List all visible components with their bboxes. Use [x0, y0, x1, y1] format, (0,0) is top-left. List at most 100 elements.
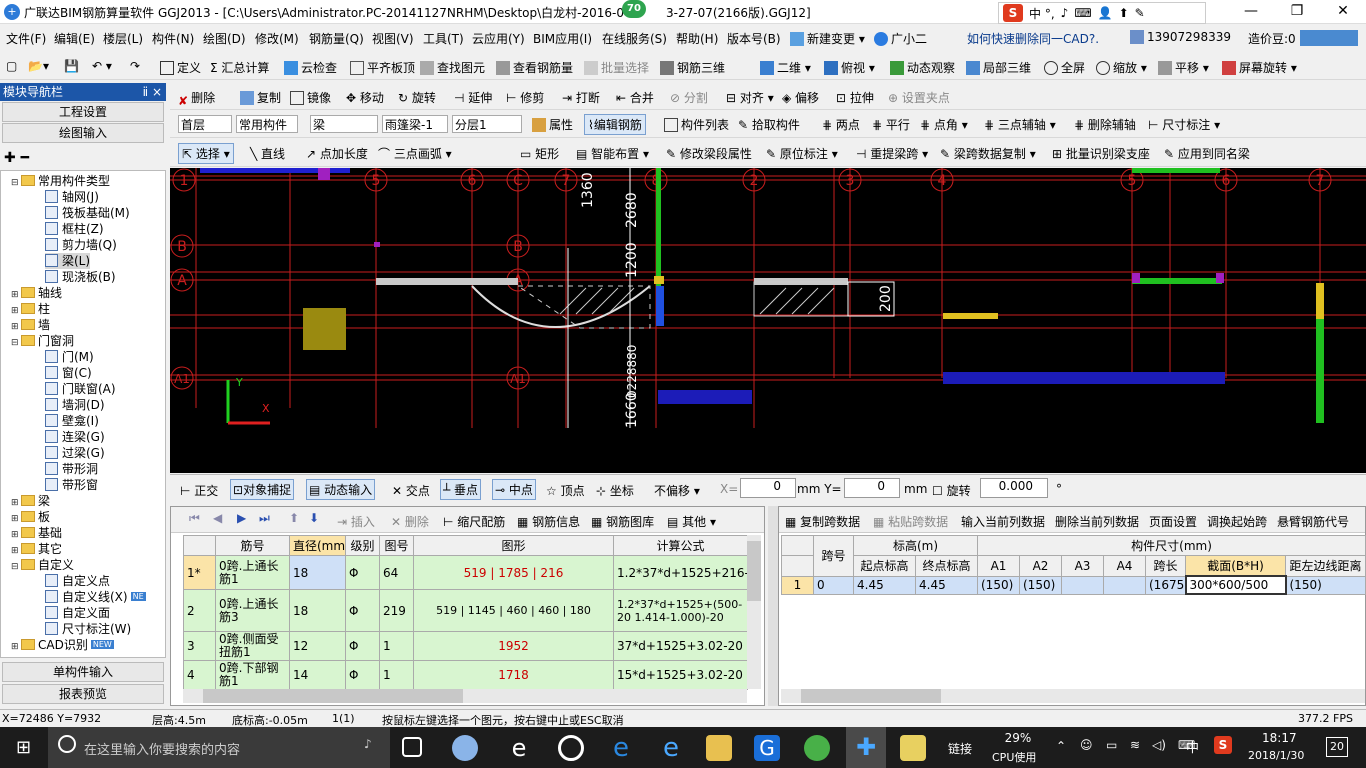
first-record-icon[interactable]: ⏮: [189, 511, 200, 526]
expand-icon[interactable]: ⊟: [11, 335, 21, 351]
expand-icon[interactable]: ⊟: [11, 175, 21, 191]
rebar-name[interactable]: 0跨.上通长筋1: [215, 555, 290, 590]
menu-new-change[interactable]: 新建变更 ▾: [790, 30, 865, 47]
browser-360-icon[interactable]: [558, 735, 584, 761]
tree-item[interactable]: 门(M): [45, 349, 94, 365]
tree-item[interactable]: 轴网(J): [45, 189, 99, 205]
component-list-button[interactable]: 构件列表: [664, 116, 729, 133]
in-situ-annotation-button[interactable]: ✎ 原位标注 ▾: [766, 145, 838, 162]
tree-item[interactable]: 剪力墙(Q): [45, 237, 117, 253]
rebar-diameter[interactable]: 12: [289, 631, 346, 661]
zoom-button[interactable]: 缩放 ▾: [1096, 59, 1147, 76]
rebar-grade[interactable]: Φ: [345, 589, 380, 632]
batch-identify-supports-button[interactable]: ⊞ 批量识别梁支座: [1052, 145, 1150, 162]
layer-select[interactable]: 分层1: [452, 115, 522, 133]
section-cell[interactable]: 300*600/500: [1184, 575, 1287, 595]
table-row[interactable]: 4 0跨.下部钢筋1 14 Φ 1 1718 15*d+1525+3.02-20: [183, 660, 748, 690]
delete-button[interactable]: ✘ 删除: [178, 89, 215, 108]
menu-modify[interactable]: 修改(M): [255, 30, 299, 47]
edit-rebar-button[interactable]: ⌇编辑钢筋: [584, 114, 646, 135]
notification-icon[interactable]: 20: [1326, 737, 1348, 757]
rebar-figure-no[interactable]: 1: [379, 631, 414, 661]
beam-segment[interactable]: [943, 372, 1225, 384]
span-data-copy-button[interactable]: ✎ 梁跨数据复制 ▾: [940, 145, 1036, 162]
define-button[interactable]: 定义: [160, 59, 201, 76]
expand-icon[interactable]: ⊟: [11, 559, 21, 575]
user-icon[interactable]: 👤: [1098, 6, 1113, 20]
battery-icon[interactable]: ▭: [1106, 738, 1117, 752]
cloud-check-button[interactable]: 云检查: [284, 59, 337, 76]
fan-app-icon[interactable]: [452, 735, 478, 761]
drawing-input-button[interactable]: 绘图输入: [2, 123, 164, 143]
beam-segment[interactable]: [376, 278, 518, 285]
line-button[interactable]: ╲ 直线: [250, 145, 285, 162]
tree-item[interactable]: 自定义面: [45, 605, 110, 621]
rebar-figure-no[interactable]: 219: [379, 589, 414, 632]
keyboard-icon[interactable]: ⌨: [1074, 6, 1091, 20]
splitter[interactable]: [768, 506, 778, 706]
rebar-name[interactable]: 0跨.上通长筋3: [215, 589, 290, 632]
menu-bim[interactable]: BIM应用(I): [533, 30, 592, 47]
menu-floor[interactable]: 楼层(L): [103, 30, 143, 47]
rebar-library-button[interactable]: ▦ 钢筋图库: [591, 513, 654, 530]
coordinate-toggle[interactable]: ⊹ 坐标: [596, 482, 634, 499]
prev-record-icon[interactable]: ◀: [213, 511, 222, 525]
tree-item[interactable]: 自定义线(X) NE: [45, 589, 146, 605]
calculate-button[interactable]: Σ 汇总计算: [210, 59, 269, 76]
redo-icon[interactable]: ↷: [130, 59, 140, 73]
beam-segment[interactable]: [658, 390, 752, 404]
end-elevation[interactable]: 4.45: [915, 575, 978, 595]
rebar-figure-no[interactable]: 1: [379, 660, 414, 690]
move-down-icon[interactable]: ⬇: [309, 511, 319, 525]
table-row[interactable]: 1 0 4.45 4.45 (150) (150) (1675) 300*600…: [781, 575, 1366, 595]
tree-item[interactable]: 筏板基础(M): [45, 205, 130, 221]
tree-item[interactable]: 连梁(G): [45, 429, 105, 445]
rebar-grade[interactable]: Φ: [345, 631, 380, 661]
mic-icon[interactable]: ♪: [1061, 6, 1069, 20]
rebar-figure-no[interactable]: 64: [379, 555, 414, 590]
local-3d-button[interactable]: 局部三维: [966, 59, 1031, 76]
a2-cell[interactable]: (150): [1019, 575, 1062, 595]
two-point-button[interactable]: ⋕ 两点: [822, 116, 860, 133]
single-component-button[interactable]: 单构件输入: [2, 662, 164, 682]
menu-version[interactable]: 版本号(B): [727, 30, 781, 47]
span-length[interactable]: (1675): [1145, 575, 1186, 595]
last-record-icon[interactable]: ⏭: [259, 511, 270, 526]
tree-item[interactable]: 壁龛(I): [45, 413, 99, 429]
browser-e-icon[interactable]: e: [506, 735, 532, 761]
tree-item[interactable]: 墙洞(D): [45, 397, 105, 413]
rebar-diameter[interactable]: 14: [289, 660, 346, 690]
tree-item[interactable]: 带形洞: [45, 461, 98, 477]
find-element-button[interactable]: 查找图元: [420, 59, 485, 76]
screen-rotate-button[interactable]: 屏幕旋转 ▾: [1222, 59, 1297, 76]
align-slab-top-button[interactable]: 平齐板顶: [350, 59, 415, 76]
pan-button[interactable]: 平移 ▾: [1158, 59, 1209, 76]
delete-axis-button[interactable]: ⋕ 删除辅轴: [1074, 116, 1136, 133]
rebar-diameter[interactable]: 18: [289, 555, 346, 590]
floor-select[interactable]: 首层: [178, 115, 232, 133]
delete-column-button[interactable]: 删除当前列数据: [1055, 513, 1139, 530]
restore-button[interactable]: ❐: [1274, 0, 1320, 24]
ie-icon[interactable]: e: [658, 735, 684, 761]
table-row[interactable]: 3 0跨.侧面受扭筋1 12 Φ 1 1952 37*d+1525+3.02-2…: [183, 631, 748, 661]
midpoint-toggle[interactable]: ⊸ 中点: [492, 479, 536, 500]
microphone-icon[interactable]: ♪: [364, 737, 372, 751]
rebar-formula[interactable]: 15*d+1525+3.02-20: [613, 660, 748, 690]
set-grip-button[interactable]: ⊕ 设置夹点: [888, 89, 950, 106]
scale-rebar-button[interactable]: ⊢ 缩尺配筋: [443, 513, 505, 530]
ortho-toggle[interactable]: ⊢ 正交: [180, 482, 218, 499]
view-rebar-qty-button[interactable]: 查看钢筋量: [496, 59, 573, 76]
expand-collapse-icons[interactable]: ✚ ━: [4, 150, 29, 166]
open-file-icon[interactable]: 📂▾: [28, 59, 49, 73]
undo-icon[interactable]: ↶ ▾: [92, 59, 112, 73]
tree-item[interactable]: 框柱(Z): [45, 221, 104, 237]
apply-same-name-button[interactable]: ✎ 应用到同名梁: [1164, 145, 1250, 162]
menu-rebar[interactable]: 钢筋量(Q): [309, 30, 364, 47]
task-view-icon[interactable]: [402, 737, 422, 757]
search-box[interactable]: 在这里输入你要搜索的内容 ♪: [48, 727, 390, 768]
a3-cell[interactable]: [1061, 575, 1104, 595]
rebar-grade[interactable]: Φ: [345, 660, 380, 690]
re-extract-span-button[interactable]: ⊣ 重提梁跨 ▾: [856, 145, 928, 162]
break-button[interactable]: ⇥ 打断: [562, 89, 600, 106]
menu-help[interactable]: 帮助(H): [676, 30, 718, 47]
